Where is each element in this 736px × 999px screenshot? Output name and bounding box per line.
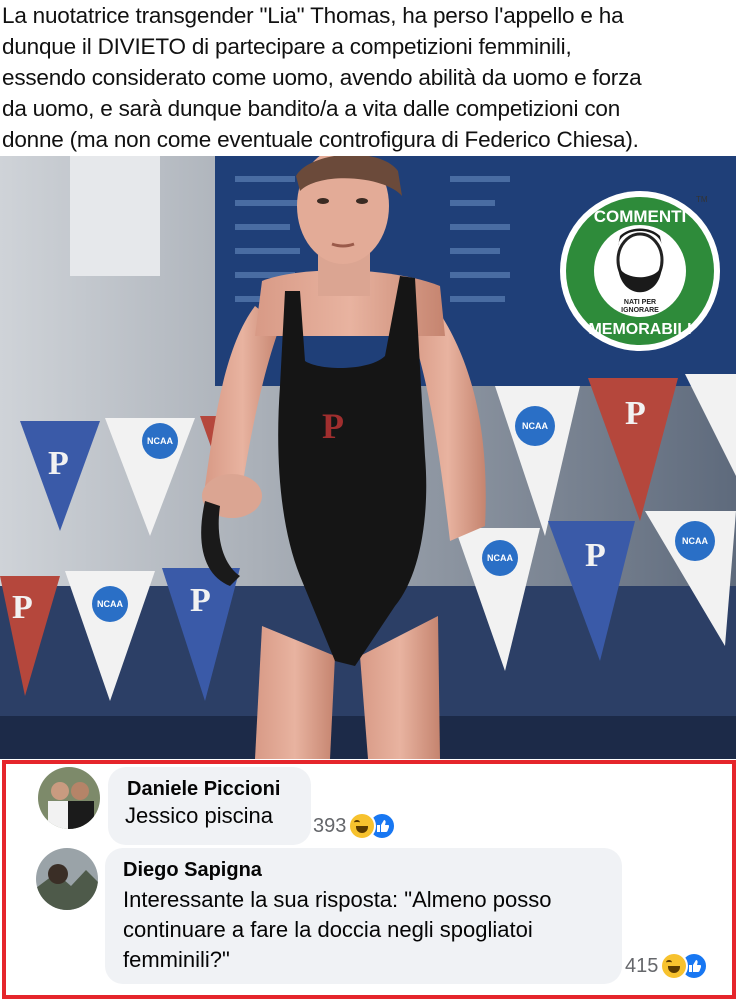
comment-author[interactable]: Daniele Piccioni xyxy=(127,778,280,801)
reaction-summary[interactable]: 393 xyxy=(313,812,397,840)
caption-line: dunque il DIVIETO di partecipare a compe… xyxy=(2,34,572,59)
caption-line: da uomo, e sarà dunque bandito/a a vita … xyxy=(2,96,621,121)
pennant-letter: P xyxy=(625,395,646,432)
comment-text: Interessante la sua risposta: "Almeno po… xyxy=(123,885,551,975)
comment-bubble[interactable]: Diego Sapigna Interessante la sua rispos… xyxy=(105,848,622,984)
comment-line: femminili?" xyxy=(123,947,230,972)
reaction-count: 393 xyxy=(313,814,347,837)
caption-line: La nuotatrice transgender "Lia" Thomas, … xyxy=(2,3,624,28)
ncaa-badge: NCAA xyxy=(522,421,548,431)
comment-line: Jessico piscina xyxy=(125,803,273,828)
ncaa-badge: NCAA xyxy=(682,536,708,546)
comment-text: Jessico piscina xyxy=(125,801,273,831)
logo-tagline: NATI PER xyxy=(624,299,656,306)
comments-section: Daniele Piccioni Jessico piscina 393 Die… xyxy=(0,759,736,999)
avatar[interactable] xyxy=(36,848,98,910)
swimsuit-letter: P xyxy=(322,406,344,446)
ncaa-badge: NCAA xyxy=(97,599,123,609)
comment-author[interactable]: Diego Sapigna xyxy=(123,859,262,882)
avatar-photo-icon xyxy=(36,848,98,910)
comment-bubble[interactable]: Daniele Piccioni Jessico piscina xyxy=(108,767,311,845)
pennant-letter: P xyxy=(48,445,69,482)
post-caption: La nuotatrice transgender "Lia" Thomas, … xyxy=(2,0,734,156)
logo-trademark: TM xyxy=(696,195,708,204)
caption-line: essendo considerato come uomo, avendo ab… xyxy=(2,65,642,90)
ncaa-badge: NCAA xyxy=(147,436,173,446)
swimmer-photo-illustration: P P P P P NCAA NCAA NCAA NCAA NCAA P COM… xyxy=(0,156,736,759)
reaction-summary[interactable]: 415 xyxy=(625,952,709,980)
post-photo[interactable]: P P P P P NCAA NCAA NCAA NCAA NCAA P COM… xyxy=(0,156,736,759)
commenti-memorabili-logo: COMMENTI MEMORABILI NATI PER IGNORARE TM xyxy=(560,191,720,351)
pennant-letter: P xyxy=(585,537,606,574)
comment-line: Interessante la sua risposta: "Almeno po… xyxy=(123,887,552,912)
pennant-letter: P xyxy=(12,589,33,626)
comment-line: continuare a fare la doccia negli spogli… xyxy=(123,917,533,942)
logo-bottom-text: MEMORABILI xyxy=(588,321,691,338)
avatar[interactable] xyxy=(38,767,100,829)
ncaa-badge: NCAA xyxy=(487,553,513,563)
avatar-photo-icon xyxy=(38,767,100,829)
logo-tagline: IGNORARE xyxy=(621,307,659,314)
caption-line: donne (ma non come eventuale controfigur… xyxy=(2,127,639,152)
logo-top-text: COMMENTI xyxy=(594,207,687,226)
pennant-letter: P xyxy=(190,582,211,619)
reaction-count: 415 xyxy=(625,954,659,977)
